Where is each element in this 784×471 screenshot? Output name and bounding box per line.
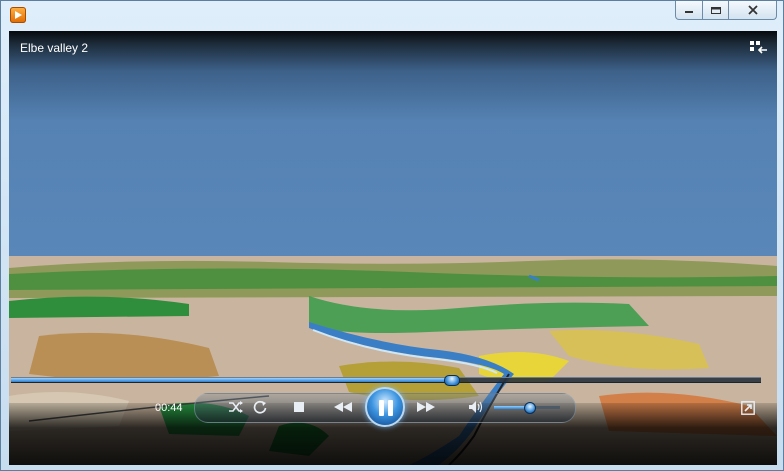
previous-button[interactable] [329,398,357,416]
next-button[interactable] [412,398,440,416]
title-bar[interactable] [1,1,783,31]
minimize-icon [685,11,693,13]
previous-icon [334,402,352,412]
elapsed-time: 00:44 [155,402,183,414]
repeat-icon [253,400,267,414]
media-player-icon [10,7,26,23]
pause-icon-bar [388,400,393,416]
minimize-button[interactable] [675,1,703,20]
switch-to-library-icon[interactable] [750,41,768,55]
stop-icon [294,402,304,412]
next-icon [417,402,435,412]
pause-button[interactable] [365,387,405,427]
fullscreen-button[interactable] [740,400,756,416]
volume-thumb[interactable] [523,402,536,414]
media-title: Elbe valley 2 [20,41,89,55]
repeat-button[interactable] [251,399,269,415]
seek-thumb[interactable] [444,375,461,386]
restore-icon [710,7,721,14]
mute-button[interactable] [467,399,485,415]
window-controls [675,1,777,21]
restore-button[interactable] [703,1,729,20]
stop-button[interactable] [292,400,306,414]
player-window: Elbe valley 2 00:44 [0,0,784,471]
volume-slider[interactable] [494,402,560,414]
close-icon [747,5,758,15]
shuffle-button[interactable] [227,399,245,415]
video-sky [9,31,777,267]
close-button[interactable] [729,1,777,20]
seek-progress [11,378,452,382]
speaker-icon [469,401,483,413]
shuffle-icon [229,401,243,413]
pause-icon [379,400,384,416]
fullscreen-icon [741,401,755,415]
seek-bar[interactable] [11,375,761,386]
